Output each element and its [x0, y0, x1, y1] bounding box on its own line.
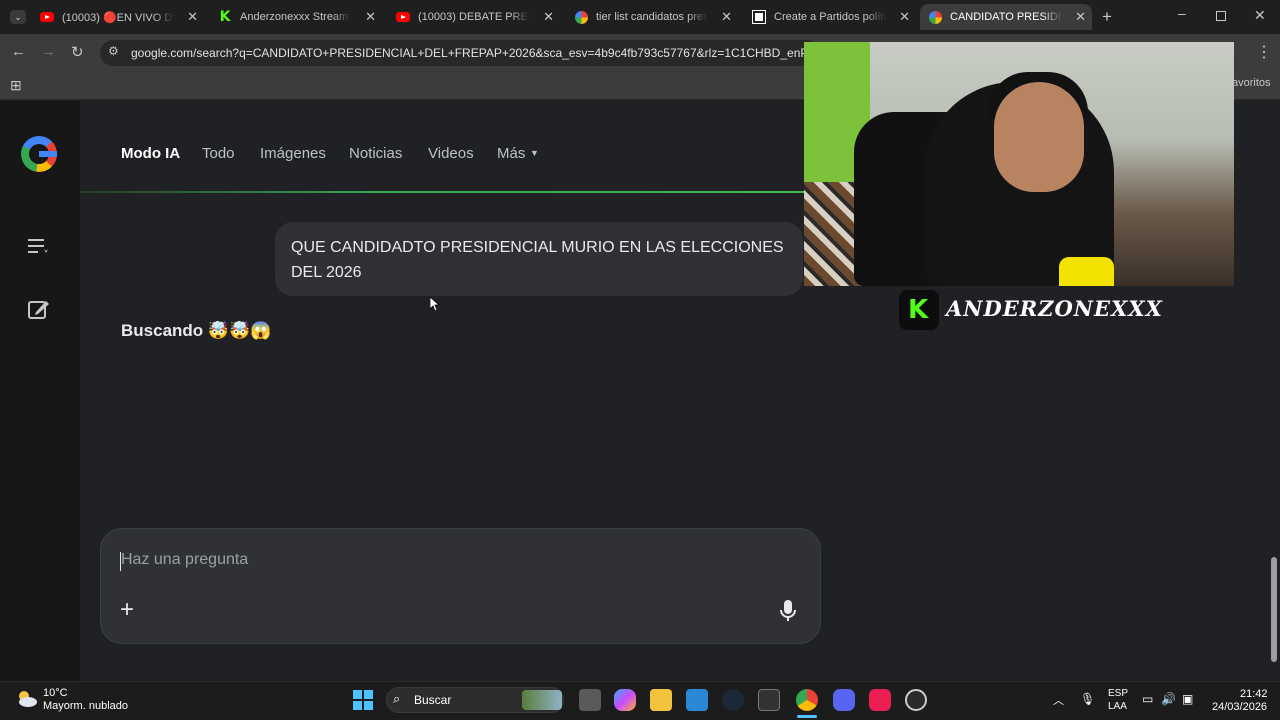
chrome-active-indicator [797, 715, 817, 718]
input-language-bottom[interactable]: LAA [1108, 701, 1127, 712]
mouse-cursor-icon [429, 296, 441, 316]
battery-icon[interactable]: ▣ [1182, 692, 1193, 706]
discord-icon[interactable] [833, 689, 855, 711]
user-query-bubble: QUE CANDIDADTO PRESIDENCIAL MURIO EN LAS… [275, 222, 803, 296]
google-icon [574, 10, 588, 24]
microsoft-store-icon[interactable] [686, 689, 708, 711]
weather-description[interactable]: Mayorm. nublado [43, 700, 128, 712]
microphone-tray-icon[interactable]: 🎙 [1080, 692, 1095, 706]
all-favorites-button[interactable]: avoritos [1232, 77, 1271, 89]
taskbar-clock[interactable]: 21:42 [1240, 688, 1268, 700]
show-hidden-icons-chevron[interactable]: ︿ [1053, 692, 1064, 708]
kick-logo-badge: K [899, 290, 939, 330]
nav-tab-mas[interactable]: Más [497, 145, 525, 162]
browser-tab-bar: ⌄ (10003) 🔴EN VIVO DEBAT ✕ K Anderzonexx… [0, 0, 1280, 34]
weather-temperature[interactable]: 10°C [43, 687, 68, 699]
kick-badge-letter: K [908, 295, 929, 325]
nav-tab-modo-ia[interactable]: Modo IA [121, 145, 180, 162]
kick-icon: K [219, 9, 231, 25]
close-tab-icon[interactable]: ✕ [721, 9, 732, 25]
close-tab-icon[interactable]: ✕ [187, 9, 198, 25]
tab-youtube-debate-live[interactable]: (10003) 🔴EN VIVO DEBAT ✕ [32, 4, 204, 30]
search-highlight-icon[interactable] [522, 690, 562, 710]
menu-kebab-icon[interactable]: ⋮ [1256, 42, 1272, 62]
google-icon [928, 10, 942, 24]
user-query-text: QUE CANDIDADTO PRESIDENCIAL MURIO EN LAS… [291, 239, 784, 281]
forward-arrow-icon[interactable]: → [41, 43, 56, 60]
close-tab-icon[interactable]: ✕ [365, 9, 376, 25]
left-sidebar [0, 101, 80, 681]
file-explorer-icon[interactable] [650, 689, 672, 711]
chevron-down-icon: ▼ [530, 148, 539, 158]
apps-grid-icon[interactable]: ⊞ [10, 77, 22, 94]
tab-search-dropdown-icon[interactable]: ⌄ [10, 10, 26, 24]
windows-start-icon[interactable] [353, 690, 373, 710]
add-attachment-icon[interactable]: + [120, 596, 134, 624]
google-logo[interactable] [21, 136, 57, 172]
microphone-icon[interactable] [780, 600, 796, 627]
tab-google-tier-list[interactable]: tier list candidatos preside ✕ [566, 4, 738, 30]
search-icon: ⌕ [393, 691, 401, 706]
close-tab-icon[interactable]: ✕ [899, 9, 910, 25]
history-list-icon[interactable] [28, 238, 48, 256]
task-view-icon[interactable] [579, 689, 601, 711]
reload-icon[interactable]: ↻ [71, 43, 84, 61]
nav-tab-imagenes[interactable]: Imágenes [260, 145, 326, 162]
searching-status: Buscando 🤯🤯😱 [121, 321, 272, 340]
webcam-overlay [804, 42, 1234, 286]
nav-tab-videos[interactable]: Videos [428, 145, 474, 162]
network-icon[interactable]: ▭ [1142, 692, 1153, 706]
tab-title: Anderzonexxx Stream - W [240, 11, 352, 23]
close-window-icon[interactable]: ✕ [1254, 7, 1266, 24]
steam-icon[interactable] [722, 689, 744, 711]
tiktok-icon[interactable] [869, 689, 891, 711]
tab-title: Create a Partidos políticos [774, 11, 886, 23]
youtube-icon [40, 10, 54, 24]
webcam-mug [1059, 257, 1114, 286]
close-tab-icon[interactable]: ✕ [543, 9, 554, 25]
tiermaker-icon [752, 10, 766, 24]
scrollbar-thumb[interactable] [1271, 557, 1277, 662]
input-language-top[interactable]: ESP [1108, 688, 1128, 699]
site-info-icon[interactable]: ⚙ [108, 44, 119, 58]
new-chat-edit-icon[interactable] [28, 298, 50, 325]
ask-input-placeholder[interactable]: Haz una pregunta [121, 551, 248, 569]
ai-mode-divider [80, 191, 804, 193]
nav-tab-todo[interactable]: Todo [202, 145, 235, 162]
taskbar-date[interactable]: 24/03/2026 [1212, 701, 1267, 713]
taskbar-search-label[interactable]: Buscar [414, 693, 451, 707]
obs-icon[interactable] [905, 689, 927, 711]
minimize-window-icon[interactable]: – [1178, 5, 1186, 21]
webcam-streamer-face [994, 82, 1084, 192]
nav-tab-noticias[interactable]: Noticias [349, 145, 402, 162]
copilot-icon[interactable] [614, 689, 636, 711]
close-tab-icon[interactable]: ✕ [1075, 9, 1086, 25]
ask-input-box[interactable] [100, 528, 821, 644]
tab-youtube-debate[interactable]: (10003) DEBATE PRESIDEN ✕ [388, 4, 560, 30]
address-bar-url[interactable]: google.com/search?q=CANDIDATO+PRESIDENCI… [131, 46, 806, 60]
chrome-icon[interactable] [796, 689, 818, 711]
tab-title: (10003) DEBATE PRESIDEN [418, 11, 530, 23]
tab-title: (10003) 🔴EN VIVO DEBAT [62, 11, 174, 24]
tab-title: tier list candidatos preside [596, 11, 708, 23]
restore-window-icon[interactable] [1216, 11, 1226, 21]
tab-tiermaker[interactable]: Create a Partidos políticos ✕ [744, 4, 916, 30]
back-arrow-icon[interactable]: ← [11, 43, 26, 60]
tab-google-candidato-active[interactable]: CANDIDATO PRESIDENCIA ✕ [920, 4, 1092, 30]
weather-cloud-icon[interactable] [14, 688, 38, 708]
streamer-name: ANDERZONEXXX [946, 296, 1163, 321]
new-tab-icon[interactable]: + [1102, 7, 1112, 27]
terminal-icon[interactable] [758, 689, 780, 711]
volume-icon[interactable]: 🔊 [1161, 692, 1176, 706]
tab-kick-stream[interactable]: K Anderzonexxx Stream - W ✕ [210, 4, 382, 30]
youtube-icon [396, 10, 410, 24]
tab-title: CANDIDATO PRESIDENCIA [950, 11, 1062, 23]
